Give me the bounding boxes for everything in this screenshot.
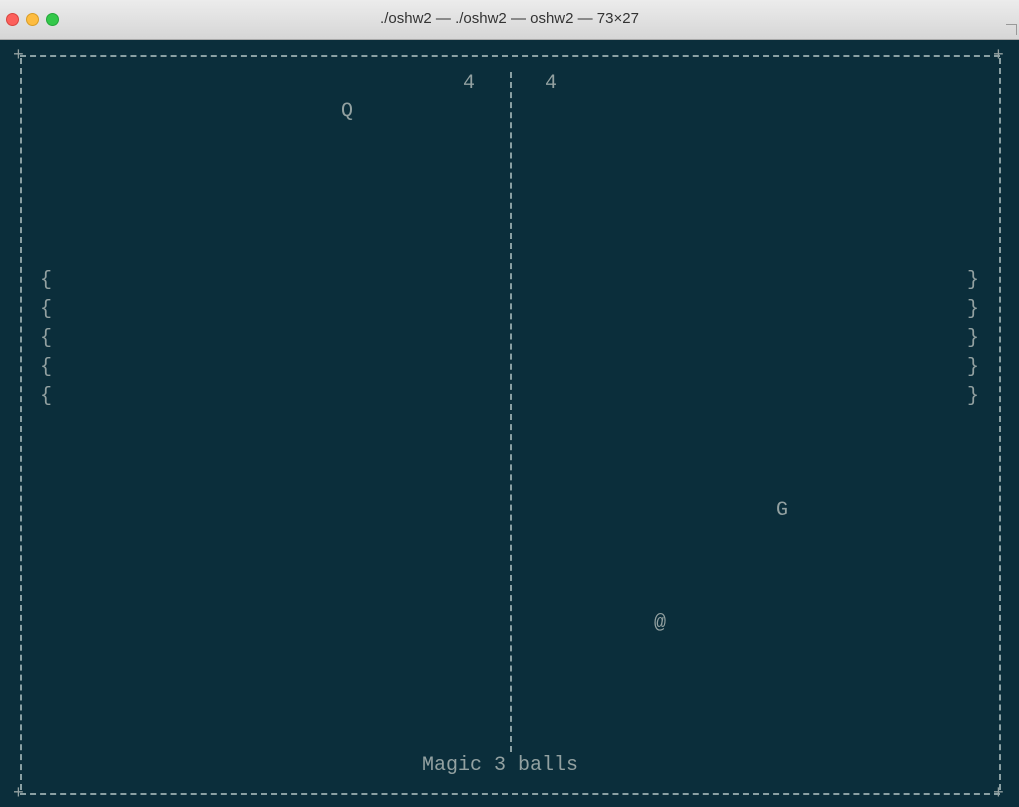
left-paddle-segment: {	[40, 269, 53, 292]
left-paddle-segment: {	[40, 327, 53, 350]
ball-q: Q	[341, 100, 354, 123]
left-border	[20, 58, 22, 790]
corner-top-left: +	[13, 46, 24, 66]
score-right: 4	[545, 72, 558, 95]
right-paddle-segment: }	[967, 269, 980, 292]
left-paddle-segment: {	[40, 385, 53, 408]
right-paddle-segment: }	[967, 327, 980, 350]
ball-g: G	[776, 499, 789, 522]
window-titlebar: ./oshw2 — ./oshw2 — oshw2 — 73×27	[0, 0, 1019, 40]
corner-bottom-left: +	[13, 784, 24, 804]
right-paddle-segment: }	[967, 385, 980, 408]
right-paddle-segment: }	[967, 356, 980, 379]
score-left: 4	[463, 72, 476, 95]
resize-icon[interactable]	[1006, 24, 1017, 35]
bottom-border	[20, 793, 1000, 795]
right-border	[999, 58, 1001, 790]
corner-top-right: +	[993, 46, 1004, 66]
center-divider	[510, 72, 512, 752]
right-paddle-segment: }	[967, 298, 980, 321]
left-paddle-segment: {	[40, 298, 53, 321]
ball-at: @	[654, 612, 667, 635]
window-title: ./oshw2 — ./oshw2 — oshw2 — 73×27	[380, 10, 639, 27]
left-paddle-segment: {	[40, 356, 53, 379]
left-paddle: { { { { {	[40, 271, 52, 407]
status-text: Magic 3 balls	[422, 754, 579, 777]
right-paddle: } } } } }	[967, 271, 979, 407]
terminal-view[interactable]: + + + + 4 4 Q G @ { { { { { } } } } } Ma…	[0, 40, 1019, 807]
top-border	[20, 55, 1000, 57]
corner-bottom-right: +	[993, 784, 1004, 804]
